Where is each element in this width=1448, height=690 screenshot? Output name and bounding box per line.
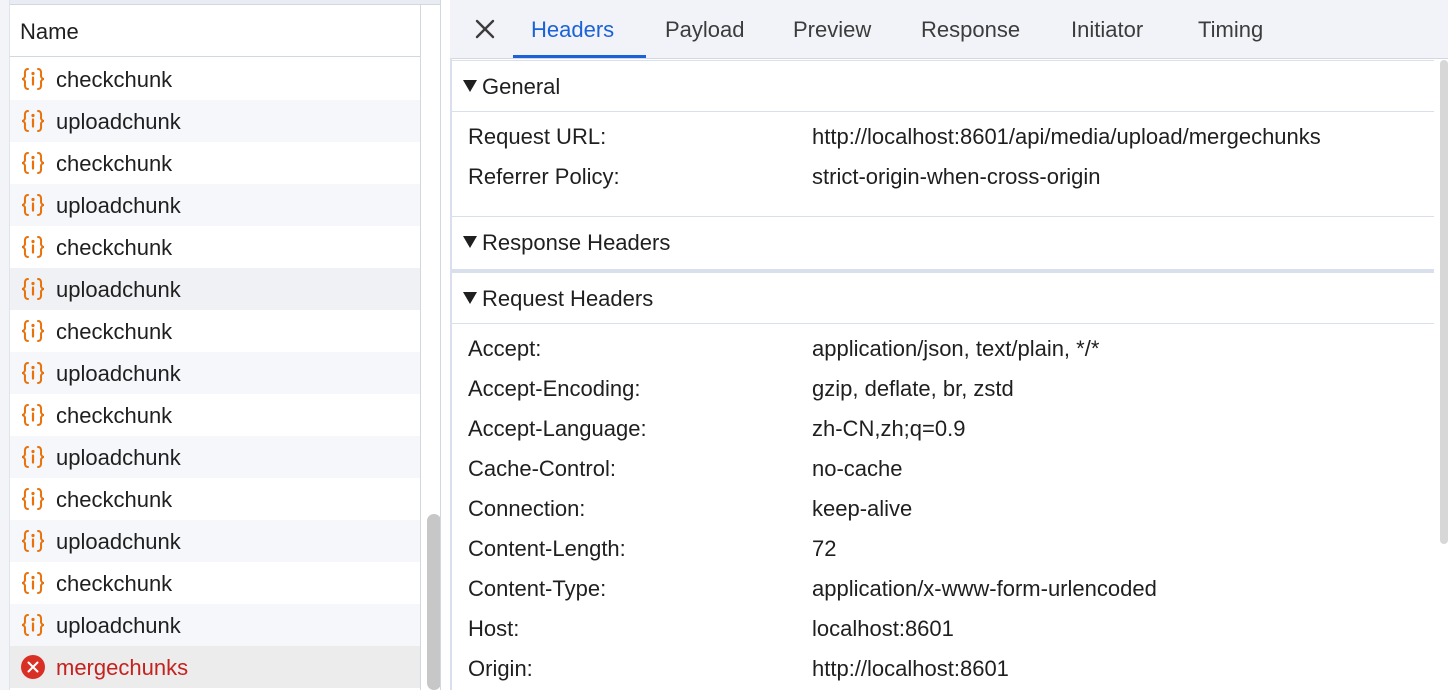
tab-response[interactable]: Response xyxy=(921,17,1020,43)
request-list-scrollbar[interactable] xyxy=(427,514,440,690)
header-value: http://localhost:8601/api/media/upload/m… xyxy=(812,124,1321,149)
fetch-braces-icon xyxy=(20,403,46,427)
section-request-headers-header[interactable]: Request Headers xyxy=(452,272,1434,324)
request-row[interactable]: uploadchunk xyxy=(10,436,420,478)
fetch-braces-icon xyxy=(20,445,46,469)
request-name: uploadchunk xyxy=(56,361,181,386)
request-name: checkchunk xyxy=(56,571,173,596)
request-name: checkchunk xyxy=(56,151,173,176)
request-name: checkchunk xyxy=(56,67,173,92)
detail-tab-bar: Headers Payload Preview Response Initiat… xyxy=(450,0,1448,59)
header-key: Accept: xyxy=(468,336,542,361)
active-tab-indicator xyxy=(513,55,646,58)
header-value: localhost:8601 xyxy=(812,616,954,641)
fetch-braces-icon xyxy=(20,319,46,343)
header-value: application/x-www-form-urlencoded xyxy=(812,576,1157,601)
header-value: 72 xyxy=(812,536,837,561)
fetch-braces-icon xyxy=(20,109,46,133)
header-value: keep-alive xyxy=(812,496,913,521)
tab-headers[interactable]: Headers xyxy=(531,17,614,43)
triangle-down-icon xyxy=(463,236,477,248)
column-divider[interactable] xyxy=(420,5,421,690)
request-detail-panel: Headers Payload Preview Response Initiat… xyxy=(450,0,1448,690)
fetch-braces-icon xyxy=(20,235,46,259)
fetch-braces-icon xyxy=(20,151,46,175)
header-key: Host: xyxy=(468,616,520,641)
request-row[interactable]: uploadchunk xyxy=(10,184,420,226)
request-row[interactable]: mergechunks xyxy=(10,646,420,688)
request-name: checkchunk xyxy=(56,235,173,260)
request-row[interactable]: uploadchunk xyxy=(10,268,420,310)
fetch-braces-icon xyxy=(20,613,46,637)
header-value: gzip, deflate, br, zstd xyxy=(812,376,1014,401)
request-name: uploadchunk xyxy=(56,445,181,470)
triangle-down-icon xyxy=(463,292,477,304)
header-value: no-cache xyxy=(812,456,903,481)
tab-preview[interactable]: Preview xyxy=(793,17,871,43)
request-row[interactable]: uploadchunk xyxy=(10,604,420,646)
header-value: http://localhost:8601 xyxy=(812,656,1009,681)
request-name: uploadchunk xyxy=(56,109,181,134)
name-column-header[interactable]: Name xyxy=(10,5,420,57)
request-name: uploadchunk xyxy=(56,529,181,554)
triangle-down-icon xyxy=(463,80,477,92)
left-gutter xyxy=(0,0,10,690)
detail-scrollbar[interactable] xyxy=(1440,60,1448,544)
section-general-header[interactable]: General xyxy=(452,60,1434,112)
request-name: checkchunk xyxy=(56,319,173,344)
tab-timing[interactable]: Timing xyxy=(1198,17,1263,43)
request-row[interactable]: checkchunk xyxy=(10,226,420,268)
request-row[interactable]: checkchunk xyxy=(10,394,420,436)
request-name: uploadchunk xyxy=(56,277,181,302)
section-response-headers-title: Response Headers xyxy=(482,230,671,255)
header-key: Cache-Control: xyxy=(468,456,616,481)
request-name: checkchunk xyxy=(56,403,173,428)
request-row[interactable]: checkchunk xyxy=(10,562,420,604)
section-request-headers-title: Request Headers xyxy=(482,286,654,311)
tab-payload[interactable]: Payload xyxy=(665,17,745,43)
fetch-braces-icon xyxy=(20,571,46,595)
request-row[interactable]: checkchunk xyxy=(10,310,420,352)
fetch-braces-icon xyxy=(20,361,46,385)
request-row[interactable]: uploadchunk xyxy=(10,520,420,562)
error-circle-icon xyxy=(21,655,45,679)
header-value: application/json, text/plain, */* xyxy=(812,336,1100,361)
request-row[interactable]: uploadchunk xyxy=(10,352,420,394)
tab-initiator[interactable]: Initiator xyxy=(1071,17,1143,43)
header-key: Accept-Language: xyxy=(468,416,647,441)
request-row[interactable]: checkchunk xyxy=(10,478,420,520)
request-row[interactable]: checkchunk xyxy=(10,58,420,100)
request-row[interactable]: checkchunk xyxy=(10,142,420,184)
request-name: uploadchunk xyxy=(56,193,181,218)
request-row[interactable]: uploadchunk xyxy=(10,100,420,142)
header-key: Content-Type: xyxy=(468,576,607,601)
header-key: Request URL: xyxy=(468,124,607,149)
request-name: mergechunks xyxy=(56,655,189,680)
header-key: Referrer Policy: xyxy=(468,164,620,189)
request-list-panel: Name checkchunk uploadchunk checkchunk uplo… xyxy=(0,0,441,690)
section-general-title: General xyxy=(482,74,561,99)
header-key: Origin: xyxy=(468,656,533,681)
fetch-braces-icon xyxy=(20,529,46,553)
header-value: zh-CN,zh;q=0.9 xyxy=(812,416,966,441)
fetch-braces-icon xyxy=(20,67,46,91)
header-key: Content-Length: xyxy=(468,536,626,561)
fetch-braces-icon xyxy=(20,193,46,217)
section-response-headers-header[interactable]: Response Headers xyxy=(452,216,1434,272)
fetch-braces-icon xyxy=(20,277,46,301)
request-name: uploadchunk xyxy=(56,613,181,638)
fetch-braces-icon xyxy=(20,487,46,511)
request-name: checkchunk xyxy=(56,487,173,512)
close-icon[interactable] xyxy=(472,16,498,42)
devtools-network-panel: Name checkchunk uploadchunk checkchunk uplo… xyxy=(0,0,1448,690)
header-value: strict-origin-when-cross-origin xyxy=(812,164,1101,189)
header-key: Accept-Encoding: xyxy=(468,376,641,401)
detail-left-border xyxy=(450,58,452,690)
header-key: Connection: xyxy=(468,496,586,521)
request-list: checkchunk uploadchunk checkchunk uploadchu… xyxy=(10,58,420,688)
name-column-label: Name xyxy=(20,19,79,44)
